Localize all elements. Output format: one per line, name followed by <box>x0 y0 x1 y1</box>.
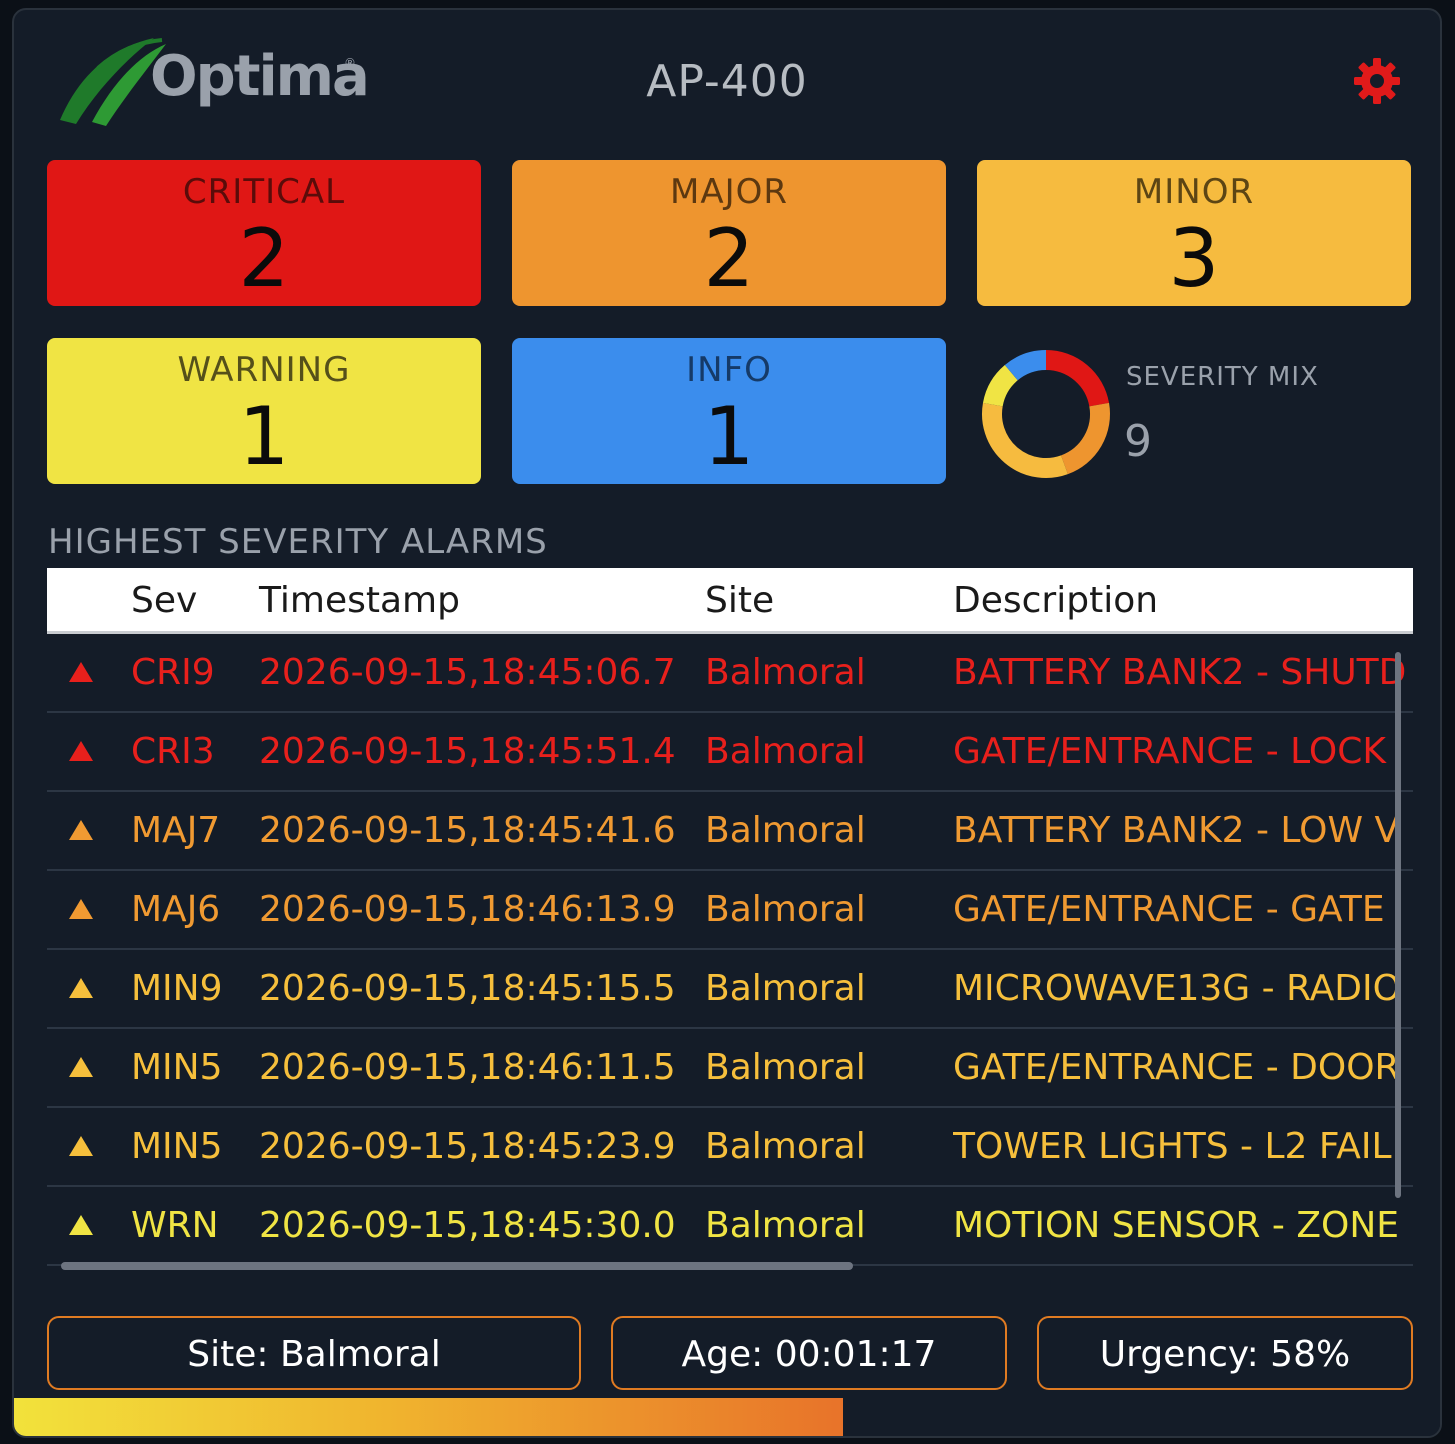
severity-mix-total: 9 <box>1124 416 1152 467</box>
gear-icon[interactable] <box>1352 56 1402 106</box>
critical-card-count: 2 <box>238 212 290 305</box>
row-sev: MAJ7 <box>131 810 221 851</box>
info-card[interactable]: INFO 1 <box>512 338 946 484</box>
alert-triangle-icon <box>69 899 93 919</box>
row-site: Balmoral <box>705 889 866 930</box>
table-row[interactable]: MAJ6 2026-09-15,18:46:13.9 Balmoral GATE/EN… <box>47 871 1413 950</box>
app-frame: Optima ® AP-400 CRITICAL 2 MAJOR 2 MINOR… <box>12 8 1442 1438</box>
warning-card[interactable]: WARNING 1 <box>47 338 481 484</box>
row-timestamp: 2026-09-15,18:45:23.9 <box>259 1126 676 1167</box>
table-row[interactable]: CRI3 2026-09-15,18:45:51.4 Balmoral GATE/EN… <box>47 713 1413 792</box>
row-timestamp: 2026-09-15,18:45:30.0 <box>259 1205 676 1246</box>
alert-triangle-icon <box>69 1136 93 1156</box>
table-row[interactable]: MIN5 2026-09-15,18:45:23.9 Balmoral TOWER L… <box>47 1108 1413 1187</box>
major-card[interactable]: MAJOR 2 <box>512 160 946 306</box>
column-header-site[interactable]: Site <box>705 580 774 621</box>
warning-card-label: WARNING <box>177 350 351 390</box>
row-description: GATE/ENTRANCE - GATE <box>953 889 1385 930</box>
row-site: Balmoral <box>705 1205 866 1246</box>
row-site: Balmoral <box>705 968 866 1009</box>
major-card-label: MAJOR <box>669 172 788 212</box>
row-description: MICROWAVE13G - RADIO <box>953 968 1401 1009</box>
severity-mix-donut <box>982 350 1110 478</box>
column-header-description[interactable]: Description <box>953 580 1158 621</box>
row-timestamp: 2026-09-15,18:46:11.5 <box>259 1047 676 1088</box>
row-site: Balmoral <box>705 1047 866 1088</box>
minor-card[interactable]: MINOR 3 <box>977 160 1411 306</box>
table-header: Sev Timestamp Site Description <box>47 568 1413 634</box>
row-site: Balmoral <box>705 652 866 693</box>
donut-segment-major <box>1060 402 1110 475</box>
row-sev: CRI3 <box>131 731 215 772</box>
donut-segment-warning <box>982 364 1019 407</box>
major-card-count: 2 <box>703 212 755 305</box>
minor-card-count: 3 <box>1168 212 1220 305</box>
donut-segment-minor <box>982 402 1068 478</box>
donut-segment-info <box>1004 350 1047 381</box>
alert-triangle-icon <box>69 820 93 840</box>
critical-card-label: CRITICAL <box>182 172 346 212</box>
row-timestamp: 2026-09-15,18:46:13.9 <box>259 889 676 930</box>
row-sev: MIN9 <box>131 968 223 1009</box>
age-button[interactable]: Age: 00:01:17 <box>611 1316 1007 1390</box>
row-timestamp: 2026-09-15,18:45:51.4 <box>259 731 676 772</box>
table-row[interactable]: MIN9 2026-09-15,18:45:15.5 Balmoral MICROWA… <box>47 950 1413 1029</box>
row-timestamp: 2026-09-15,18:45:06.7 <box>259 652 676 693</box>
row-sev: MAJ6 <box>131 889 221 930</box>
row-description: GATE/ENTRANCE - DOOR <box>953 1047 1400 1088</box>
table-row[interactable]: CRI9 2026-09-15,18:45:06.7 Balmoral BATTERY… <box>47 634 1413 713</box>
row-timestamp: 2026-09-15,18:45:15.5 <box>259 968 676 1009</box>
page-title: AP-400 <box>646 56 808 107</box>
alarms-table: Sev Timestamp Site Description CRI9 2026-… <box>47 568 1413 1278</box>
row-description: GATE/ENTRANCE - LOCK <box>953 731 1386 772</box>
alert-triangle-icon <box>69 1057 93 1077</box>
minor-card-label: MINOR <box>1133 172 1255 212</box>
row-description: TOWER LIGHTS - L2 FAIL <box>953 1126 1392 1167</box>
info-card-count: 1 <box>703 390 755 483</box>
row-description: MOTION SENSOR - ZONE <box>953 1205 1399 1246</box>
row-sev: MIN5 <box>131 1126 223 1167</box>
row-sev: CRI9 <box>131 652 215 693</box>
vertical-scrollbar[interactable] <box>1395 652 1401 1198</box>
info-card-label: INFO <box>686 350 772 390</box>
urgency-progress-fill <box>14 1398 844 1436</box>
row-description: BATTERY BANK2 - SHUTD <box>953 652 1407 693</box>
row-site: Balmoral <box>705 731 866 772</box>
alarms-section-title: HIGHEST SEVERITY ALARMS <box>48 522 548 562</box>
table-row[interactable]: MAJ7 2026-09-15,18:45:41.6 Balmoral BATTERY… <box>47 792 1413 871</box>
row-timestamp: 2026-09-15,18:45:41.6 <box>259 810 676 851</box>
table-row[interactable]: WRN 2026-09-15,18:45:30.0 Balmoral MOTION S… <box>47 1187 1413 1266</box>
alert-triangle-icon <box>69 662 93 682</box>
row-description: BATTERY BANK2 - LOW V <box>953 810 1400 851</box>
row-sev: MIN5 <box>131 1047 223 1088</box>
horizontal-scrollbar[interactable] <box>61 1262 853 1270</box>
donut-segment-critical <box>1045 350 1110 407</box>
site-button[interactable]: Site: Balmoral <box>47 1316 581 1390</box>
alert-triangle-icon <box>69 978 93 998</box>
severity-mix-label: SEVERITY MIX <box>1126 362 1319 392</box>
row-site: Balmoral <box>705 810 866 851</box>
alert-triangle-icon <box>69 1215 93 1235</box>
table-row[interactable]: MIN5 2026-09-15,18:46:11.5 Balmoral GATE/EN… <box>47 1029 1413 1108</box>
urgency-button[interactable]: Urgency: 58% <box>1037 1316 1413 1390</box>
warning-card-count: 1 <box>238 390 290 483</box>
critical-card[interactable]: CRITICAL 2 <box>47 160 481 306</box>
urgency-progress-bar <box>14 1398 1440 1436</box>
column-header-timestamp[interactable]: Timestamp <box>259 580 460 621</box>
alert-triangle-icon <box>69 741 93 761</box>
column-header-sev[interactable]: Sev <box>131 580 197 621</box>
row-sev: WRN <box>131 1205 219 1246</box>
row-site: Balmoral <box>705 1126 866 1167</box>
